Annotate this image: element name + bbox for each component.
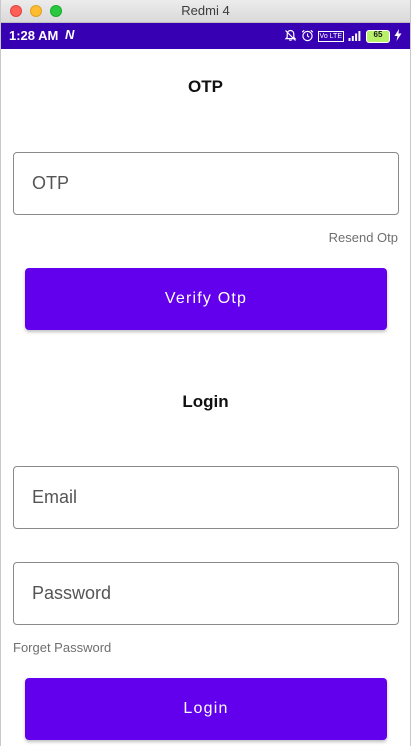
window-title: Redmi 4	[181, 3, 230, 18]
window-title-bar: Redmi 4	[1, 0, 410, 23]
status-icons: Vo LTE 65	[284, 27, 402, 45]
resend-otp-link[interactable]: Resend Otp	[329, 230, 398, 245]
email-input[interactable]	[14, 467, 398, 528]
app-window: Redmi 4 1:28 AM N Vo LTE 65 OTP OTP Rese…	[0, 0, 411, 746]
notification-icon: N	[65, 27, 75, 42]
email-field[interactable]	[13, 466, 399, 529]
login-button[interactable]: Login	[25, 678, 387, 740]
status-time: 1:28 AM	[9, 28, 59, 43]
password-field[interactable]	[13, 562, 399, 625]
otp-field[interactable]	[13, 152, 399, 215]
battery-icon: 65	[366, 29, 390, 43]
otp-section-title: OTP	[188, 77, 223, 96]
volte-icon: Vo LTE	[317, 30, 344, 42]
verify-otp-button[interactable]: Verify Otp	[25, 268, 387, 330]
password-input[interactable]	[14, 563, 398, 624]
otp-input[interactable]	[14, 153, 398, 214]
mute-bell-icon	[284, 29, 297, 44]
forget-password-link[interactable]: Forget Password	[13, 640, 111, 655]
login-section-title: Login	[182, 392, 229, 411]
charging-icon	[394, 29, 402, 43]
status-bar: 1:28 AM N Vo LTE 65	[1, 23, 410, 49]
signal-icon	[348, 29, 362, 43]
alarm-icon	[301, 29, 314, 44]
